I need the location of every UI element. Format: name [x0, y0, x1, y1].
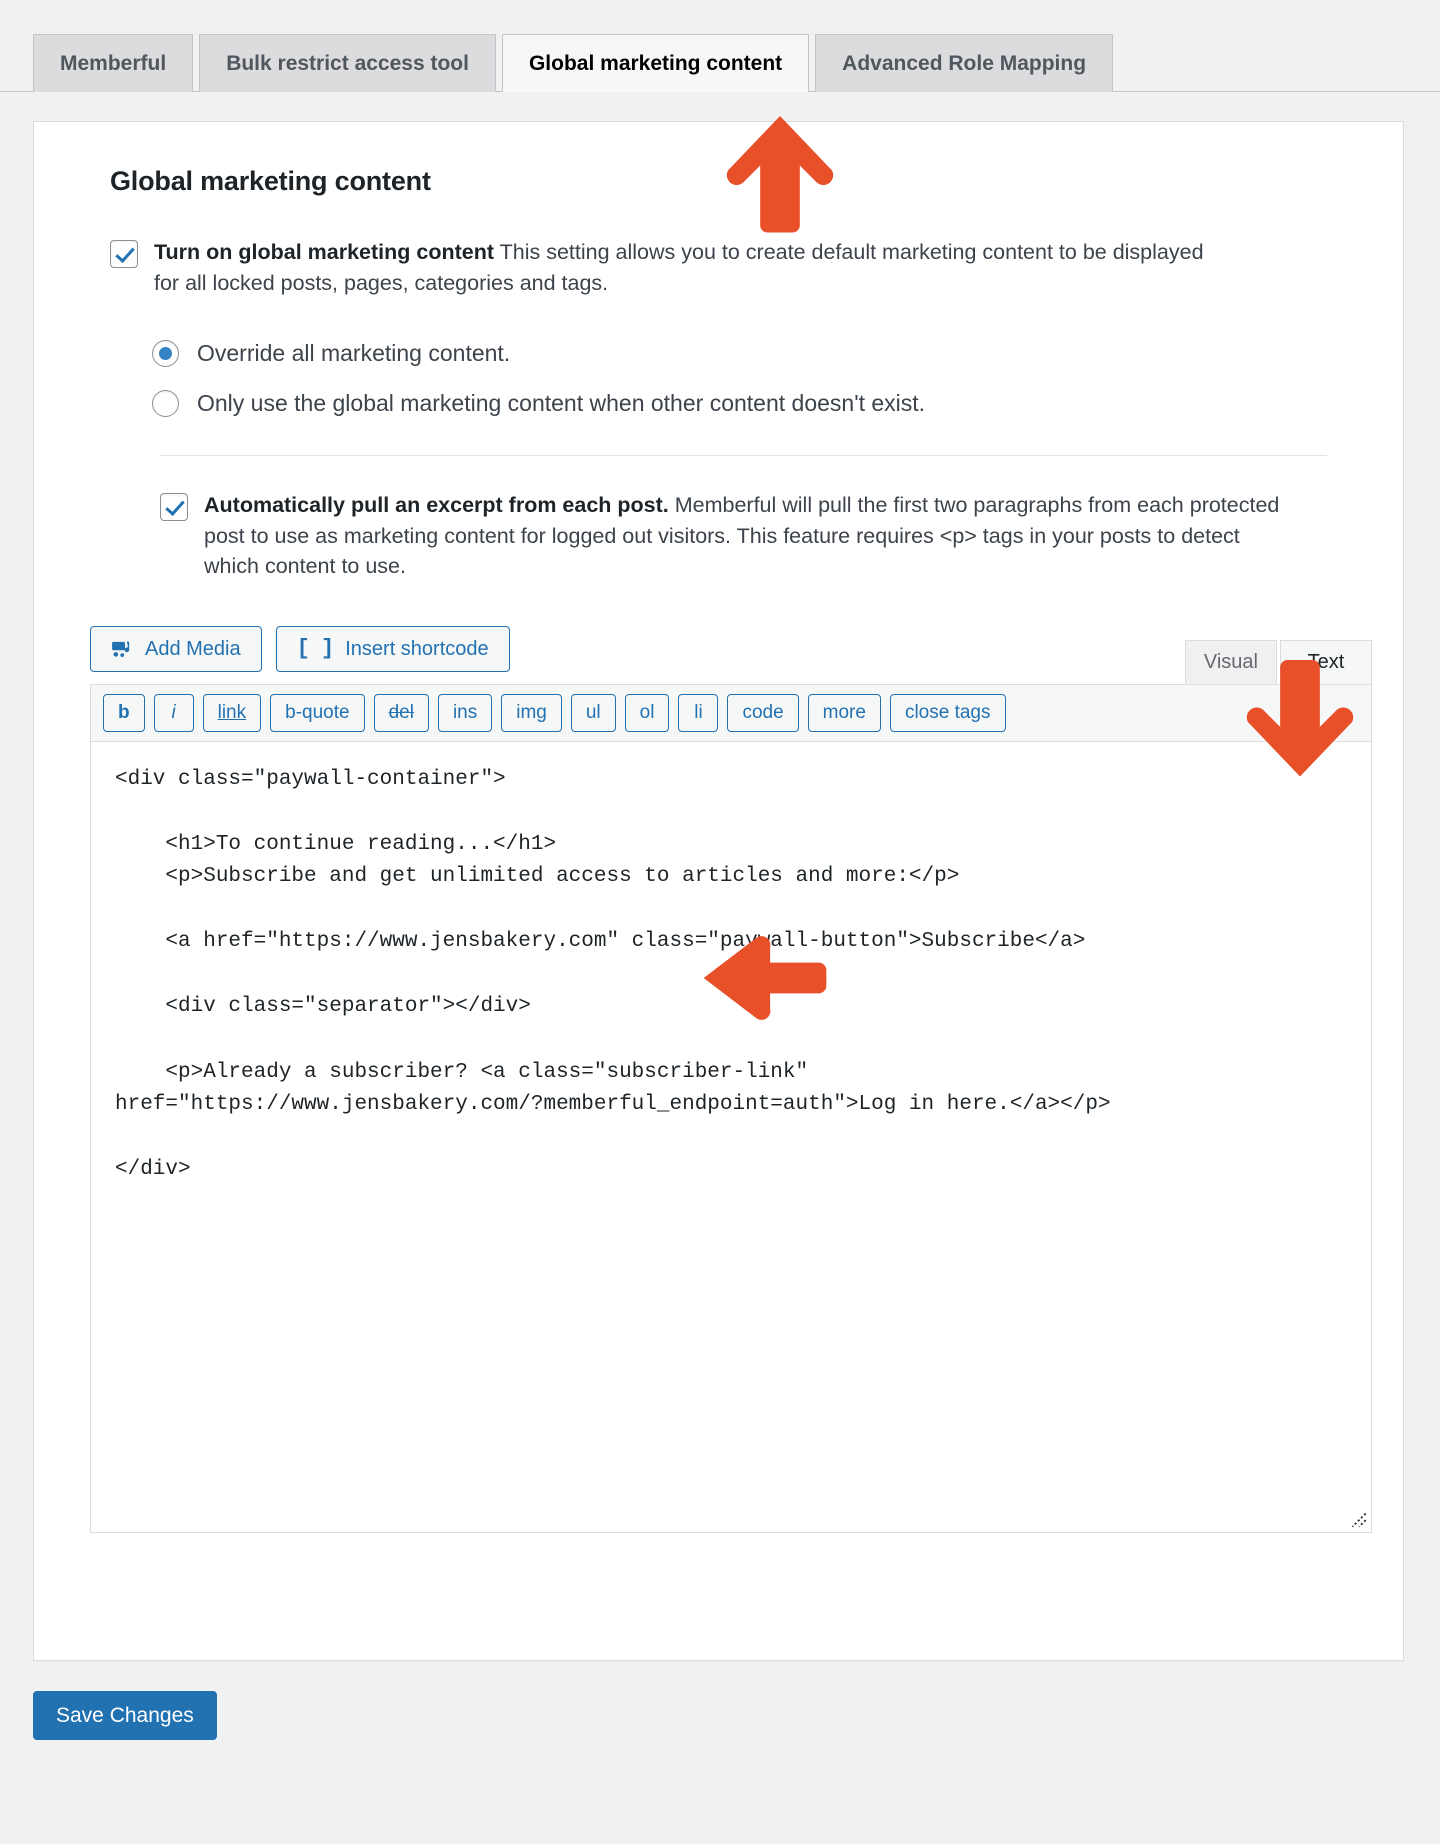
quicktag-more[interactable]: more [807, 693, 881, 732]
media-icon [111, 638, 133, 660]
tab-visual-mode[interactable]: Visual [1184, 639, 1277, 684]
quicktag-i[interactable]: i [153, 693, 194, 732]
global-marketing-content-panel: Global marketing content Turn on global … [33, 121, 1404, 1661]
quicktag-ul[interactable]: ul [570, 693, 616, 732]
marketing-content-mode-radio-group: Override all marketing content. Only use… [152, 340, 1363, 417]
radio-row-only-when-missing[interactable]: Only use the global marketing content wh… [152, 390, 1363, 418]
save-changes-button[interactable]: Save Changes [33, 1691, 217, 1740]
quicktag-ol[interactable]: ol [624, 693, 670, 732]
tab-memberful[interactable]: Memberful [33, 34, 194, 92]
editor-toolbar-top: Add Media [ ] Insert shortcode Visual Te… [90, 625, 1372, 684]
auto-excerpt-checkbox[interactable] [160, 493, 188, 522]
section-divider [160, 455, 1327, 457]
shortcode-brackets-icon: [ ] [296, 635, 335, 661]
turn-on-global-marketing-content-label: Turn on global marketing content This se… [154, 237, 1234, 298]
auto-excerpt-label: Automatically pull an excerpt from each … [204, 490, 1284, 582]
editor-body: b i link b-quote del ins img ul ol li co… [90, 683, 1372, 1533]
quicktag-code[interactable]: code [727, 693, 799, 732]
quicktag-b[interactable]: b [103, 693, 145, 732]
turn-on-global-marketing-content-row[interactable]: Turn on global marketing content This se… [110, 237, 1363, 298]
tab-text-mode[interactable]: Text [1280, 639, 1372, 684]
tab-global-marketing-content[interactable]: Global marketing content [501, 34, 810, 92]
insert-shortcode-button[interactable]: [ ] Insert shortcode [275, 625, 510, 672]
setting-name: Automatically pull an excerpt from each … [204, 493, 669, 518]
page-title: Global marketing content [110, 166, 431, 196]
editor-mode-tabs: Visual Text [1182, 639, 1372, 684]
quicktag-img[interactable]: img [501, 693, 562, 732]
editor-media-buttons: Add Media [ ] Insert shortcode [90, 625, 510, 684]
quicktag-link[interactable]: link [202, 693, 262, 732]
turn-on-global-marketing-content-checkbox[interactable] [110, 240, 138, 268]
marketing-content-editor: Add Media [ ] Insert shortcode Visual Te… [90, 625, 1372, 1533]
quicktag-del[interactable]: del [373, 693, 429, 732]
quicktag-b-quote[interactable]: b-quote [270, 693, 365, 732]
quicktag-close-tags[interactable]: close tags [889, 693, 1006, 732]
tab-bulk-restrict-access-tool[interactable]: Bulk restrict access tool [199, 34, 496, 92]
quicktag-ins[interactable]: ins [437, 693, 493, 732]
tab-label: Advanced Role Mapping [842, 52, 1087, 75]
tab-label: Memberful [60, 52, 167, 75]
quicktags-toolbar: b i link b-quote del ins img ul ol li co… [91, 684, 1371, 742]
auto-excerpt-row[interactable]: Automatically pull an excerpt from each … [160, 490, 1363, 582]
editor-mode-label: Visual [1203, 651, 1258, 674]
radio-row-override-all[interactable]: Override all marketing content. [152, 340, 1363, 368]
radio-only-use-global-when-missing[interactable] [152, 389, 179, 417]
editor-mode-label: Text [1307, 651, 1345, 674]
add-media-button[interactable]: Add Media [90, 625, 262, 672]
tab-label: Bulk restrict access tool [226, 52, 469, 75]
marketing-content-code-textarea[interactable] [91, 741, 1371, 1532]
add-media-label: Add Media [145, 637, 241, 660]
radio-override-all-marketing-content[interactable] [152, 340, 179, 368]
radio-label: Override all marketing content. [197, 340, 511, 367]
setting-name: Turn on global marketing content [154, 240, 495, 264]
tab-advanced-role-mapping[interactable]: Advanced Role Mapping [815, 34, 1114, 92]
settings-footer: Save Changes [0, 1661, 1440, 1740]
quicktag-li[interactable]: li [678, 693, 719, 732]
insert-shortcode-label: Insert shortcode [345, 637, 489, 660]
radio-label: Only use the global marketing content wh… [197, 389, 926, 416]
tab-label: Global marketing content [528, 51, 783, 75]
settings-tab-bar: Memberful Bulk restrict access tool Glob… [0, 22, 1440, 92]
